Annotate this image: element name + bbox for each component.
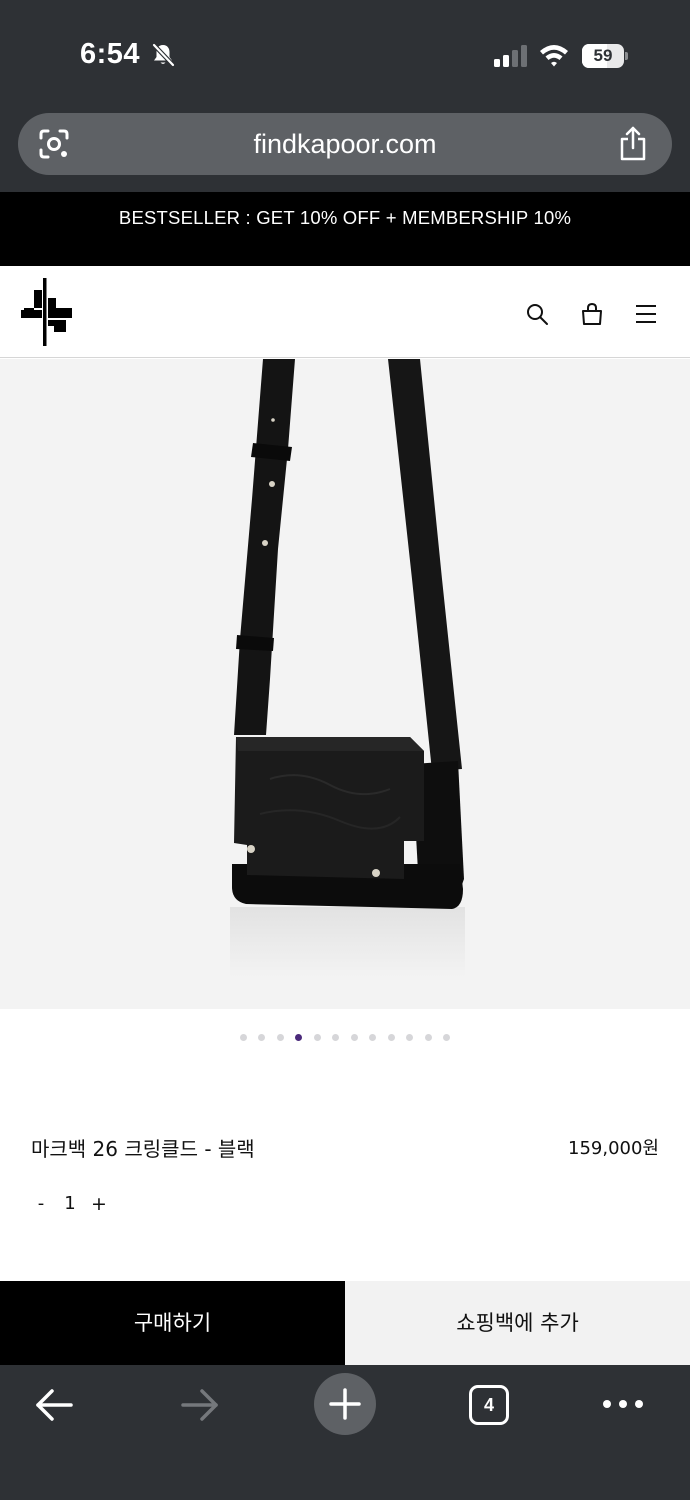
product-name: 마크백 26 크링클드 - 블랙 xyxy=(31,1137,255,1161)
battery-level: 59 xyxy=(593,46,613,65)
search-icon[interactable] xyxy=(525,302,549,326)
lens-icon[interactable] xyxy=(38,128,70,160)
carousel-dots xyxy=(0,1034,690,1044)
carousel-dot[interactable] xyxy=(424,1034,432,1041)
site-header xyxy=(0,266,690,358)
menu-icon[interactable] xyxy=(634,302,658,326)
carousel-dot[interactable] xyxy=(313,1034,321,1041)
plus-icon xyxy=(329,1388,361,1420)
buy-now-button[interactable]: 구매하기 xyxy=(0,1281,345,1365)
bag-icon[interactable] xyxy=(580,302,604,326)
carousel-dot[interactable] xyxy=(258,1034,266,1041)
promo-banner[interactable]: BESTSELLER : GET 10% OFF + MEMBERSHIP 10… xyxy=(0,192,690,266)
carousel-dot[interactable] xyxy=(350,1034,358,1041)
carousel-dot[interactable] xyxy=(369,1034,377,1041)
url-bar[interactable]: findkapoor.com xyxy=(18,113,672,175)
quantity-value[interactable]: 1 xyxy=(62,1192,78,1216)
carousel-dot[interactable] xyxy=(295,1034,303,1041)
quantity-increase-button[interactable]: + xyxy=(90,1192,108,1216)
brand-logo[interactable] xyxy=(20,278,74,346)
new-tab-button[interactable] xyxy=(314,1373,376,1435)
carousel-dot[interactable] xyxy=(387,1034,395,1041)
tabs-icon[interactable]: 4 xyxy=(469,1385,509,1425)
carousel-dot[interactable] xyxy=(406,1034,414,1041)
browser-bottom-toolbar: 4 xyxy=(0,1365,690,1500)
signal-icon xyxy=(494,45,527,67)
bag-illustration xyxy=(230,359,465,977)
carousel-dot[interactable] xyxy=(239,1034,247,1041)
browser-top-bar: 6:54 59 findkapoor.com xyxy=(0,0,690,192)
carousel-dot[interactable] xyxy=(332,1034,340,1041)
carousel-dot[interactable] xyxy=(443,1034,451,1041)
bell-slash-icon xyxy=(152,43,175,67)
wifi-icon xyxy=(540,45,568,67)
add-to-bag-button[interactable]: 쇼핑백에 추가 xyxy=(345,1281,690,1365)
url-text[interactable]: findkapoor.com xyxy=(18,113,672,175)
quantity-decrease-button[interactable]: - xyxy=(34,1192,48,1216)
back-arrow-icon[interactable] xyxy=(34,1387,74,1423)
status-time: 6:54 xyxy=(80,38,141,70)
share-icon[interactable] xyxy=(618,126,648,162)
product-price: 159,000원 xyxy=(568,1138,659,1159)
carousel-dot[interactable] xyxy=(276,1034,284,1041)
more-icon[interactable] xyxy=(602,1397,644,1411)
battery-icon: 59 xyxy=(582,44,628,68)
product-image[interactable] xyxy=(0,359,690,1009)
forward-arrow-icon[interactable] xyxy=(180,1387,220,1423)
